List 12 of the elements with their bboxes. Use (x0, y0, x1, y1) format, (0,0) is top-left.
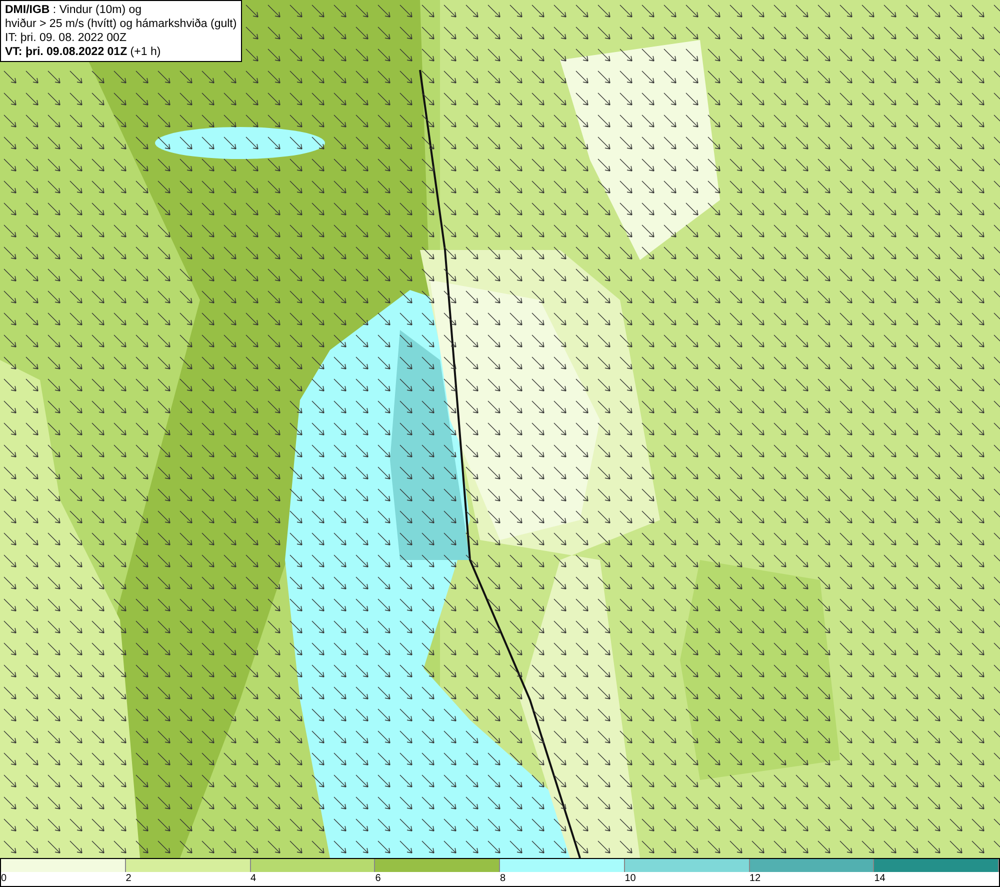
info-text: hviður > 25 m/s (hvítt) og hámarkshviða (gult) (5, 17, 237, 31)
legend-label: 4 (250, 872, 256, 886)
legend-label: 12 (750, 872, 761, 886)
info-text: DMI/IGB : Vindur (10m) og (5, 3, 143, 17)
info-text: VT: þri. 09.08.2022 01Z (+1 h) (5, 45, 162, 59)
legend-label: 2 (126, 872, 132, 886)
legend-label: 14 (874, 872, 886, 886)
info-text: IT: þri. 09. 08. 2022 00Z (5, 31, 128, 45)
legend-label: 6 (375, 872, 381, 886)
legend-label: 8 (500, 872, 506, 886)
legend-label: 0 (1, 872, 7, 886)
legend-label: 10 (624, 872, 636, 886)
